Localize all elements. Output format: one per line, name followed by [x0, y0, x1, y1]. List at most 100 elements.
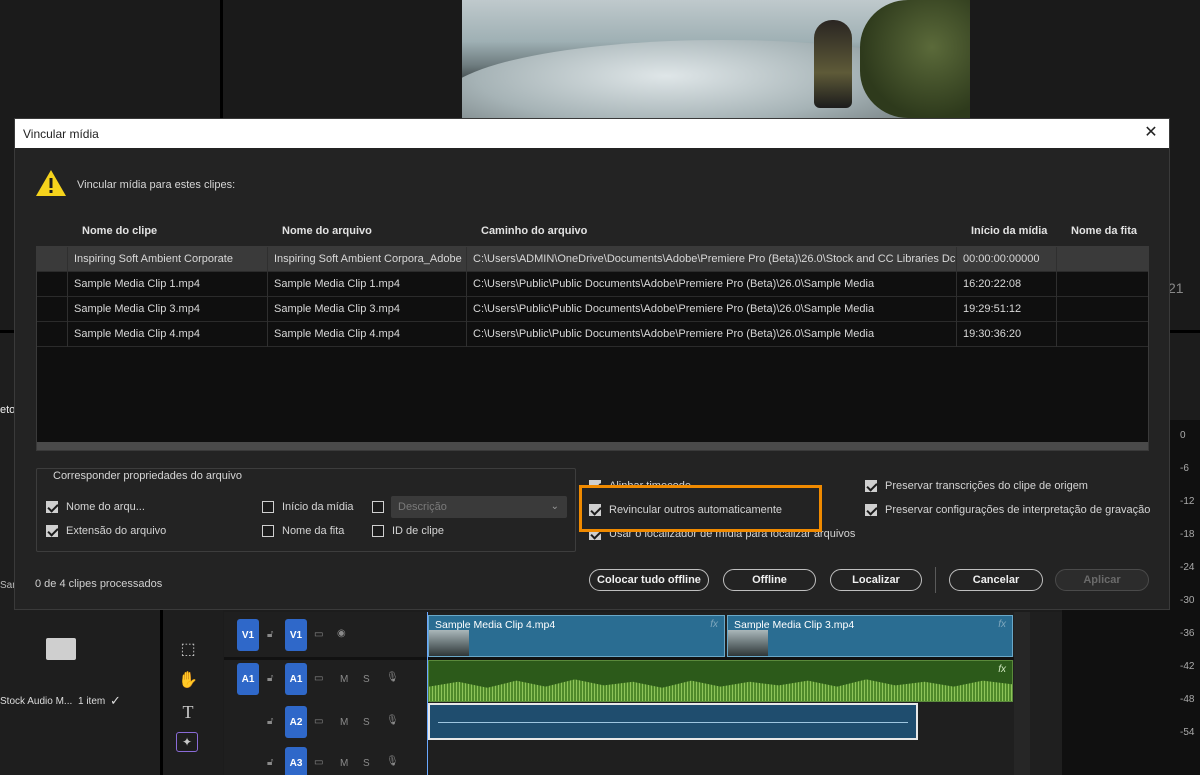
table-row[interactable]: Sample Media Clip 3.mp4 Sample Media Clip…	[37, 297, 1148, 322]
preserve-transcripts-checkbox[interactable]: Preservar transcrições do clipe de orige…	[865, 480, 1088, 492]
premiere-app: 21 eto Sam Stock Audio M... 1 item ✓ ⬚ ✋…	[0, 0, 1200, 775]
volume-rubberband[interactable]	[438, 722, 908, 723]
a1-track-target[interactable]: A1	[285, 663, 307, 695]
folder-icon[interactable]	[46, 638, 76, 660]
sync-lock-icon[interactable]: ▭	[314, 673, 323, 684]
solo-button[interactable]: S	[363, 758, 370, 769]
warning-triangle-icon	[36, 170, 66, 196]
sync-lock-icon[interactable]: ▭	[314, 716, 323, 727]
lock-icon[interactable]: 🔓︎	[267, 629, 273, 640]
program-video-frame	[462, 0, 970, 118]
checkbox-label: Preservar configurações de interpretação…	[885, 504, 1151, 516]
a3-track-target[interactable]: A3	[285, 747, 307, 775]
fx-badge[interactable]: fx	[998, 664, 1006, 675]
v1-track-target[interactable]: V1	[285, 619, 307, 651]
table-cell-file: Inspiring Soft Ambient Corpora_Adobe	[267, 247, 466, 272]
mic-icon[interactable]: 🎙︎	[386, 756, 399, 767]
description-dropdown[interactable]: Descrição ⌄	[391, 496, 567, 518]
table-cell-clip: Inspiring Soft Ambient Corporate	[67, 247, 267, 272]
video-clip[interactable]: Sample Media Clip 3.mp4 fx	[727, 615, 1013, 657]
offline-button[interactable]: Offline	[723, 569, 816, 591]
table-cell-clip: Sample Media Clip 1.mp4	[67, 272, 267, 297]
checkbox-box[interactable]	[262, 525, 274, 537]
checkbox-label: Nome do arqu...	[66, 501, 145, 513]
mic-icon[interactable]: 🎙︎	[386, 715, 399, 726]
match-file-name-checkbox[interactable]: Nome do arqu...	[46, 501, 145, 513]
generative-tool-icon[interactable]: ✦	[176, 732, 198, 752]
mute-button[interactable]: M	[340, 717, 348, 728]
audio-clip-a1[interactable]: fx	[428, 660, 1013, 702]
audio-clip-a2[interactable]	[428, 703, 918, 740]
dialog-titlebar: Vincular mídia ✕	[15, 119, 1169, 148]
match-media-start-checkbox[interactable]: Início da mídia	[262, 501, 354, 513]
mic-icon[interactable]: 🎙︎	[386, 672, 399, 683]
checkbox-box[interactable]	[372, 501, 384, 513]
meter-tick-label: -6	[1180, 463, 1189, 474]
clip-name: Sample Media Clip 4.mp4	[435, 619, 556, 631]
meter-tick-label: 0	[1180, 430, 1186, 441]
project-tab[interactable]: eto	[0, 404, 15, 416]
column-header-tape-name[interactable]: Nome da fita	[1071, 225, 1137, 237]
track-select-icon[interactable]: ⬚	[177, 639, 199, 659]
offline-all-button[interactable]: Colocar tudo offline	[589, 569, 709, 591]
lock-icon[interactable]: 🔓︎	[267, 673, 273, 684]
table-horizontal-scrollbar[interactable]	[37, 442, 1148, 450]
match-file-extension-checkbox[interactable]: Extensão do arquivo	[46, 525, 166, 537]
locate-button[interactable]: Localizar	[830, 569, 922, 591]
table-cell-clip: Sample Media Clip 3.mp4	[67, 297, 267, 322]
checkbox-box[interactable]	[865, 504, 877, 516]
meter-tick-label: -36	[1180, 628, 1195, 639]
match-tape-name-checkbox[interactable]: Nome da fita	[262, 525, 344, 537]
meter-tick-label: -12	[1180, 496, 1195, 507]
a2-track-target[interactable]: A2	[285, 706, 307, 738]
checkbox-box[interactable]	[46, 501, 58, 513]
video-clip[interactable]: Sample Media Clip 4.mp4 fx	[428, 615, 725, 657]
checkbox-box[interactable]	[865, 480, 877, 492]
table-row[interactable]: Inspiring Soft Ambient Corporate Inspirin…	[37, 247, 1148, 272]
clips-table: Inspiring Soft Ambient Corporate Inspirin…	[36, 246, 1149, 451]
table-cell-path: C:\Users\Public\Public Documents\Adobe\P…	[466, 297, 956, 322]
solo-button[interactable]: S	[363, 717, 370, 728]
lock-icon[interactable]: 🔓︎	[267, 716, 273, 727]
apply-button[interactable]: Aplicar	[1055, 569, 1149, 591]
type-tool-icon[interactable]: T	[177, 702, 199, 723]
column-header-media-start[interactable]: Início da mídia	[971, 225, 1047, 237]
cancel-button[interactable]: Cancelar	[949, 569, 1043, 591]
column-header-file-path[interactable]: Caminho do arquivo	[481, 225, 587, 237]
timeline-scrollbar[interactable]	[1014, 612, 1030, 775]
eye-icon[interactable]: ◉	[337, 628, 346, 639]
table-cell-clip: Sample Media Clip 4.mp4	[67, 322, 267, 347]
v1-source-patch[interactable]: V1	[237, 619, 259, 651]
close-icon[interactable]: ✕	[1141, 123, 1161, 143]
checkbox-label: Nome da fita	[282, 525, 345, 537]
sync-lock-icon[interactable]: ▭	[314, 629, 323, 640]
hand-tool-icon[interactable]: ✋	[177, 670, 199, 690]
table-row[interactable]: Sample Media Clip 4.mp4 Sample Media Clip…	[37, 322, 1148, 347]
checkbox-box[interactable]	[262, 501, 274, 513]
table-row[interactable]: Sample Media Clip 1.mp4 Sample Media Clip…	[37, 272, 1148, 297]
dialog-title: Vincular mídia	[23, 127, 99, 141]
warning-message: Vincular mídia para estes clipes:	[77, 179, 236, 191]
table-cell-file: Sample Media Clip 1.mp4	[267, 272, 466, 297]
match-properties-legend: Corresponder propriedades do arquivo	[49, 470, 246, 482]
match-clip-id-checkbox[interactable]: ID de clipe	[372, 525, 444, 537]
column-header-clip-name[interactable]: Nome do clipe	[82, 225, 157, 237]
mute-button[interactable]: M	[340, 674, 348, 685]
preserve-interpretation-checkbox[interactable]: Preservar configurações de interpretação…	[865, 504, 1150, 516]
fx-badge[interactable]: fx	[710, 619, 718, 630]
table-cell-start: 19:30:36:20	[956, 322, 1056, 347]
table-cell-tape	[1056, 322, 1150, 347]
column-header-file-name[interactable]: Nome do arquivo	[282, 225, 372, 237]
solo-button[interactable]: S	[363, 674, 370, 685]
lock-icon[interactable]: 🔓︎	[267, 757, 273, 768]
meter-tick-label: -42	[1180, 661, 1195, 672]
fx-badge[interactable]: fx	[998, 619, 1006, 630]
checkbox-box[interactable]	[46, 525, 58, 537]
mute-button[interactable]: M	[340, 758, 348, 769]
match-description-checkbox[interactable]	[372, 501, 392, 513]
a1-source-patch[interactable]: A1	[237, 663, 259, 695]
sync-lock-icon[interactable]: ▭	[314, 757, 323, 768]
audio-waveform	[429, 679, 1012, 701]
clip-name: Sample Media Clip 3.mp4	[734, 619, 855, 631]
checkbox-box[interactable]	[372, 525, 384, 537]
